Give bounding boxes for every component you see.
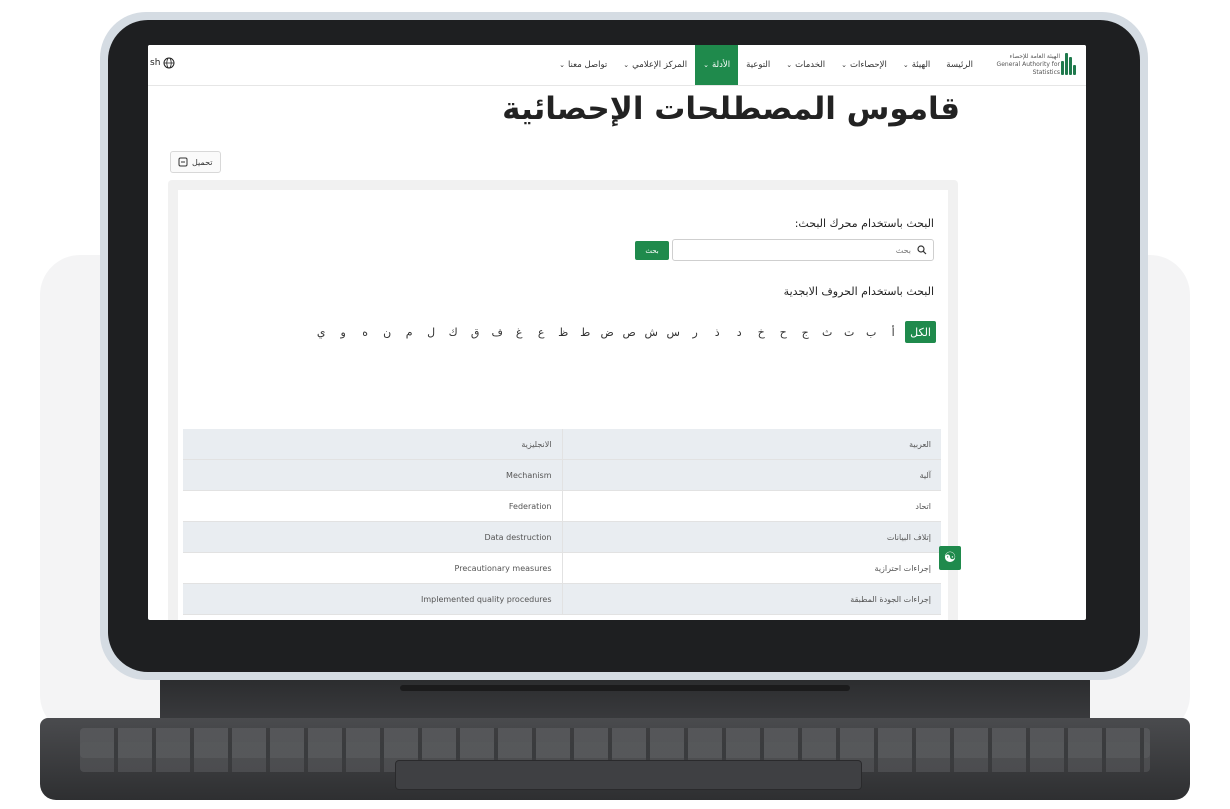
nav-item-label: الرئيسة bbox=[946, 60, 973, 70]
table-row[interactable]: آلية Mechanism bbox=[183, 459, 941, 491]
letter-filter[interactable]: ظ bbox=[553, 321, 573, 343]
term-arabic: إجراءات احترازية bbox=[561, 552, 941, 584]
language-switcher[interactable]: sh bbox=[150, 57, 175, 69]
nav-item-label: الهيئة bbox=[911, 60, 931, 70]
letter-filter[interactable]: ن bbox=[377, 321, 397, 343]
nav-item-7[interactable]: تواصل معنا ⌄ bbox=[551, 45, 615, 85]
chevron-down-icon: ⌄ bbox=[559, 61, 565, 69]
letter-filter[interactable]: ض bbox=[597, 321, 617, 343]
letter-filter[interactable]: م bbox=[399, 321, 419, 343]
letter-filter[interactable]: ق bbox=[465, 321, 485, 343]
term-arabic: إجراءات الجودة المطبقة bbox=[561, 583, 941, 615]
letter-filter[interactable]: ف bbox=[487, 321, 507, 343]
nav-item-label: المركز الإعلامي bbox=[632, 60, 688, 70]
letter-filter[interactable]: ط bbox=[575, 321, 595, 343]
nav-item-label: الأدلة bbox=[711, 60, 731, 70]
letter-filter[interactable]: ع bbox=[531, 321, 551, 343]
search-input[interactable] bbox=[709, 244, 913, 256]
term-english: Federation bbox=[183, 490, 562, 522]
logo-text-en: General Authority for Statistics bbox=[996, 61, 1061, 76]
letter-filter[interactable]: ذ bbox=[707, 321, 727, 343]
letter-filter[interactable]: ل bbox=[421, 321, 441, 343]
hinge-slot bbox=[400, 685, 850, 691]
download-icon bbox=[178, 157, 188, 167]
letter-filter[interactable]: ي bbox=[311, 321, 331, 343]
nav-item-3[interactable]: الخدمات ⌄ bbox=[778, 45, 833, 85]
nav-item-1[interactable]: الهيئة ⌄ bbox=[895, 45, 938, 85]
letter-filter[interactable]: خ bbox=[751, 321, 771, 343]
chevron-down-icon: ⌄ bbox=[786, 61, 793, 69]
chevron-down-icon: ⌄ bbox=[623, 61, 630, 69]
nav-item-2[interactable]: الإحصاءات ⌄ bbox=[833, 45, 895, 85]
alphabet-heading: البحث باستخدام الحروف الابجدية bbox=[783, 285, 934, 298]
download-button[interactable]: تحميل bbox=[170, 151, 221, 173]
alphabet-filter: الكل أ ب ت ث ج ح خ د ذ ر س ش ص ض ط ظ ع غ ف ق ك ل م ن ه و ي bbox=[276, 321, 936, 343]
term-arabic: اتحاد bbox=[561, 490, 941, 522]
terms-table-body: آلية Mechanism اتحاد Federation إتلاف البيان… bbox=[183, 459, 941, 615]
search-icon bbox=[917, 245, 927, 255]
nav-menu: الرئيسة الهيئة ⌄ الإحصاءات ⌄ الخدمات ⌄ التوعية ا… bbox=[551, 45, 981, 85]
letter-filter[interactable]: ه bbox=[355, 321, 375, 343]
letter-filter[interactable]: أ bbox=[883, 321, 903, 343]
nav-item-0[interactable]: الرئيسة bbox=[938, 45, 981, 85]
letter-filter[interactable]: ك bbox=[443, 321, 463, 343]
chevron-down-icon: ⌄ bbox=[902, 61, 909, 69]
tablet-screen: الهيئة العامة للإحصاء General Authority … bbox=[148, 45, 1086, 620]
header-english: الانجليزية bbox=[183, 429, 562, 460]
letter-filter[interactable]: و bbox=[333, 321, 353, 343]
nav-item-label: الخدمات bbox=[795, 60, 826, 70]
accessibility-icon: ☯ bbox=[943, 550, 957, 566]
term-english: Data destruction bbox=[183, 521, 562, 553]
nav-item-6[interactable]: المركز الإعلامي ⌄ bbox=[615, 45, 695, 85]
logo-text: الهيئة العامة للإحصاء General Authority … bbox=[988, 53, 1060, 77]
globe-icon bbox=[163, 57, 175, 69]
header-arabic: العربية bbox=[561, 429, 941, 460]
logo-text-ar: الهيئة العامة للإحصاء bbox=[1009, 53, 1061, 60]
letter-filter[interactable]: ص bbox=[619, 321, 639, 343]
chevron-down-icon: ⌄ bbox=[841, 61, 848, 69]
search-heading: البحث باستخدام محرك البحث: bbox=[794, 217, 934, 230]
accessibility-button[interactable]: ☯ bbox=[939, 546, 961, 570]
trackpad bbox=[395, 760, 862, 790]
table-header-row: العربية الانجليزية bbox=[183, 429, 941, 460]
term-arabic: آلية bbox=[561, 459, 941, 491]
letter-filter[interactable]: الكل bbox=[905, 321, 936, 343]
letter-filter[interactable]: ث bbox=[817, 321, 837, 343]
term-english: Precautionary measures bbox=[183, 552, 562, 584]
letter-filter[interactable]: ب bbox=[861, 321, 881, 343]
letter-filter[interactable]: ت bbox=[839, 321, 859, 343]
search-field[interactable] bbox=[672, 239, 934, 261]
nav-item-label: التوعية bbox=[746, 60, 771, 70]
language-label: sh bbox=[150, 58, 161, 68]
nav-item-label: تواصل معنا bbox=[567, 60, 608, 70]
letter-filter[interactable]: د bbox=[729, 321, 749, 343]
table-row[interactable]: اتحاد Federation bbox=[183, 490, 941, 522]
page-title: قاموس المصطلحات الإحصائية bbox=[502, 91, 960, 127]
table-row[interactable]: إجراءات احترازية Precautionary measures bbox=[183, 552, 941, 584]
table-row[interactable]: إجراءات الجودة المطبقة Implemented qualit… bbox=[183, 583, 941, 615]
nav-item-label: الإحصاءات bbox=[850, 60, 887, 70]
term-arabic: إتلاف البيانات bbox=[561, 521, 941, 553]
term-english: Implemented quality procedures bbox=[183, 583, 562, 615]
letter-filter[interactable]: س bbox=[663, 321, 683, 343]
letter-filter[interactable]: ج bbox=[795, 321, 815, 343]
term-english: Mechanism bbox=[183, 459, 562, 491]
gastat-logo[interactable]: الهيئة العامة للإحصاء General Authority … bbox=[988, 51, 1078, 79]
download-label: تحميل bbox=[192, 157, 213, 167]
letter-filter[interactable]: ر bbox=[685, 321, 705, 343]
logo-mark-icon bbox=[1061, 53, 1078, 77]
nav-item-4[interactable]: التوعية bbox=[738, 45, 778, 85]
chevron-down-icon: ⌄ bbox=[703, 61, 709, 69]
letter-filter[interactable]: ح bbox=[773, 321, 793, 343]
top-navigation: الهيئة العامة للإحصاء General Authority … bbox=[148, 45, 1086, 86]
search-button[interactable]: بحث bbox=[635, 241, 669, 260]
nav-item-5[interactable]: الأدلة ⌄ bbox=[695, 45, 739, 85]
letter-filter[interactable]: ش bbox=[641, 321, 661, 343]
terms-table: العربية الانجليزية آلية Mechanism اتحاد Fed… bbox=[183, 429, 941, 615]
letter-filter[interactable]: غ bbox=[509, 321, 529, 343]
table-row[interactable]: إتلاف البيانات Data destruction bbox=[183, 521, 941, 553]
